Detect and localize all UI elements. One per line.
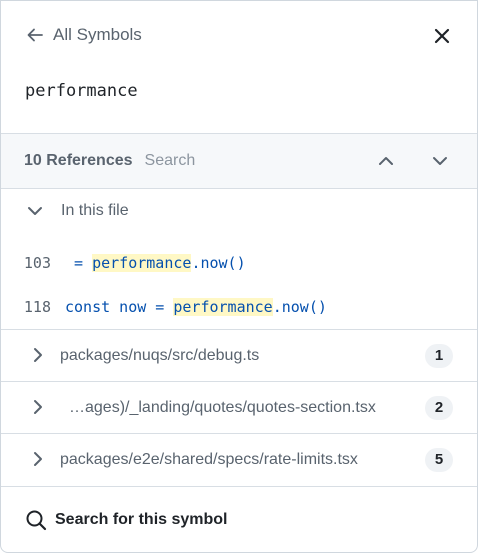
line-number: 103 <box>23 254 51 272</box>
reference-count-badge: 5 <box>425 447 453 472</box>
code-pre: = <box>65 254 93 272</box>
file-path: packages/e2e/shared/specs/rate-limits.ts… <box>60 450 358 468</box>
chevron-right-icon <box>34 348 42 362</box>
close-icon[interactable] <box>431 25 453 47</box>
back-label: All Symbols <box>53 25 142 44</box>
line-number: 118 <box>23 298 51 316</box>
file-reference-row[interactable]: …ages)/_landing/quotes/quotes-section.ts… <box>1 381 477 433</box>
code-post: .now() <box>191 254 246 272</box>
panel-header: All Symbols <box>1 1 477 73</box>
search-for-symbol-label: Search for this symbol <box>55 511 228 528</box>
code-match: performance <box>173 298 273 316</box>
chevron-right-icon <box>34 452 42 466</box>
search-icon <box>26 510 47 531</box>
chevron-down-icon[interactable] <box>429 150 451 172</box>
reference-line[interactable]: 103 = performance .now() <box>1 247 477 279</box>
symbols-panel: All Symbols performance 10 References Se… <box>0 0 478 553</box>
file-path: …ages)/_landing/quotes/quotes-section.ts… <box>69 398 376 416</box>
file-reference-row[interactable]: packages/e2e/shared/specs/rate-limits.ts… <box>1 433 477 485</box>
symbol-title: performance <box>25 81 138 101</box>
references-search[interactable]: Search <box>145 152 196 170</box>
search-for-symbol-button[interactable]: Search for this symbol <box>1 486 477 552</box>
reference-line[interactable]: 118 const now = performance .now() <box>1 291 477 323</box>
reference-count-badge: 2 <box>425 395 453 420</box>
arrow-left-icon <box>27 28 43 42</box>
reference-count-badge: 1 <box>425 343 453 368</box>
references-count: 10 References <box>24 152 133 169</box>
code-pre: const now = <box>65 298 174 316</box>
all-symbols-back-button[interactable]: All Symbols <box>25 25 142 45</box>
code-match: performance <box>92 254 192 272</box>
file-path: packages/nuqs/src/debug.ts <box>60 346 260 364</box>
file-reference-row[interactable]: packages/nuqs/src/debug.ts 1 <box>1 329 477 381</box>
chevron-right-icon <box>34 400 42 414</box>
references-bar: 10 References Search <box>1 133 477 189</box>
in-this-file-label: In this file <box>61 202 129 219</box>
chevron-up-icon[interactable] <box>375 150 397 172</box>
code-post: .now() <box>272 298 327 316</box>
in-this-file-toggle[interactable]: In this file <box>25 201 129 221</box>
chevron-down-icon <box>28 207 42 215</box>
